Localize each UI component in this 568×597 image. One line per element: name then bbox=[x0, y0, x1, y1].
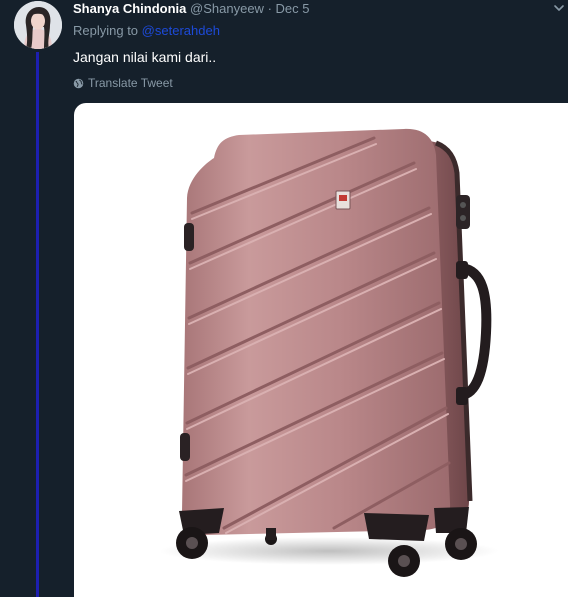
chevron-down-icon[interactable] bbox=[552, 1, 566, 15]
translate-label: Translate Tweet bbox=[88, 76, 173, 90]
author-name[interactable]: Shanya Chindonia bbox=[73, 1, 186, 16]
replying-to: Replying to @seterahdeh bbox=[73, 22, 220, 40]
tweet-header: Shanya Chindonia @Shanyeew · Dec 5 bbox=[73, 0, 568, 18]
separator-dot: · bbox=[267, 1, 272, 16]
author-handle[interactable]: @Shanyeew bbox=[190, 1, 264, 16]
replying-prefix: Replying to bbox=[73, 23, 139, 38]
tweet-date[interactable]: Dec 5 bbox=[276, 1, 310, 16]
tweet: Shanya Chindonia @Shanyeew · Dec 5 Reply… bbox=[0, 0, 568, 597]
avatar-image bbox=[14, 1, 62, 49]
translate-tweet-link[interactable]: Translate Tweet bbox=[73, 75, 173, 91]
avatar[interactable] bbox=[14, 1, 62, 49]
tweet-media[interactable] bbox=[74, 103, 568, 597]
globe-icon bbox=[73, 78, 84, 88]
replying-handle-link[interactable]: @seterahdeh bbox=[142, 23, 220, 38]
suitcase-image bbox=[159, 128, 499, 577]
thread-line bbox=[36, 52, 39, 597]
tweet-text: Jangan nilai kami dari.. bbox=[73, 49, 217, 65]
